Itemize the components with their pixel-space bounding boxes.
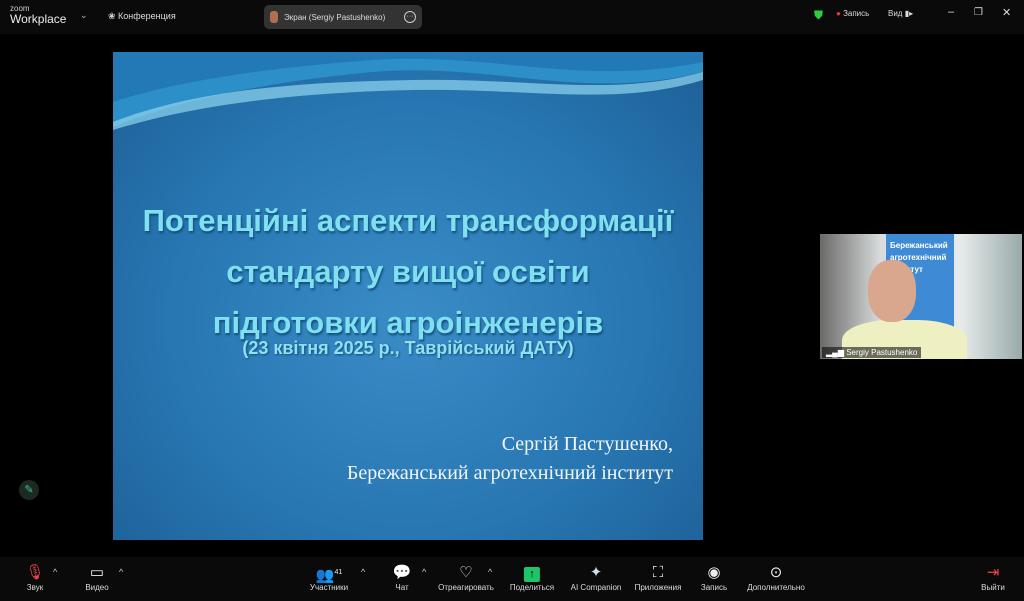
avatar bbox=[270, 11, 278, 23]
close-icon[interactable]: ✕ bbox=[1002, 6, 1011, 19]
leave-label: Выйти bbox=[981, 583, 1005, 592]
slide-wave bbox=[113, 52, 703, 130]
participants-icon: 👥41 bbox=[315, 567, 343, 584]
chat-button[interactable]: 💬 Чат bbox=[393, 563, 412, 592]
title-line: Потенційні аспекти трансформації bbox=[142, 203, 674, 238]
meeting-label: Конференция bbox=[118, 11, 176, 21]
chat-label: Чат bbox=[395, 583, 409, 592]
title-line: стандарту вищої освіти bbox=[226, 254, 590, 289]
mic-muted-icon: 🎙 bbox=[25, 564, 45, 581]
shield-icon[interactable]: ⛊ bbox=[814, 8, 823, 23]
heart-icon: ♡ bbox=[459, 564, 473, 581]
shared-slide: Потенційні аспекти трансформації стандар… bbox=[113, 52, 703, 540]
record-label: Запись bbox=[700, 583, 728, 592]
participants-button[interactable]: 👥41 Участники bbox=[310, 563, 348, 592]
author-name: Сергій Пастушенко, bbox=[501, 433, 673, 455]
react-caret[interactable]: ^ bbox=[488, 567, 492, 577]
paw-icon: ❀ bbox=[108, 11, 119, 21]
record-icon: ◉ bbox=[707, 564, 721, 581]
react-label: Отреагировать bbox=[438, 583, 494, 592]
participants-caret[interactable]: ^ bbox=[361, 567, 365, 577]
ai-companion-button[interactable]: ✦ AI Companion bbox=[571, 563, 622, 592]
sparkle-icon: ✦ bbox=[589, 564, 603, 581]
share-label: Поделиться bbox=[509, 583, 555, 592]
record-dot-icon: ● bbox=[836, 9, 844, 18]
person-head bbox=[868, 260, 916, 322]
record-button[interactable]: ◉ Запись bbox=[701, 563, 727, 592]
ai-label: AI Companion bbox=[570, 583, 622, 592]
apps-label: Приложения bbox=[634, 583, 682, 592]
screen-share-pill[interactable]: Экран (Sergiy Pastushenko) ··· bbox=[264, 5, 422, 29]
chevron-down-icon[interactable]: ⌄ bbox=[80, 10, 88, 21]
leave-button[interactable]: ⇥ Выйти bbox=[981, 563, 1005, 592]
zoom-logo: zoom Workplace bbox=[10, 5, 67, 26]
share-icon: ↑ bbox=[510, 563, 554, 583]
video-caret[interactable]: ^ bbox=[119, 567, 123, 577]
meeting-info-button[interactable]: ❀ Конференция bbox=[108, 11, 176, 22]
screen-label: Экран (Sergiy Pastushenko) bbox=[284, 12, 386, 22]
participants-label: Участники bbox=[309, 583, 349, 592]
audio-caret[interactable]: ^ bbox=[53, 567, 57, 577]
restore-icon[interactable]: ❐ bbox=[974, 7, 983, 18]
leave-icon: ⇥ bbox=[986, 564, 1000, 581]
slide-title: Потенційні аспекти трансформації стандар… bbox=[113, 195, 703, 348]
video-label: Видео bbox=[85, 583, 109, 592]
slide-date: (23 квітня 2025 р., Таврійський ДАТУ) bbox=[242, 338, 574, 358]
record-label: Запись bbox=[843, 9, 870, 18]
share-button[interactable]: ↑ Поделиться bbox=[510, 563, 554, 592]
title-bar: zoom Workplace ⌄ ❀ Конференция Экран (Ser… bbox=[0, 0, 1024, 34]
minimize-icon[interactable]: – bbox=[948, 6, 954, 18]
annotate-pen-icon[interactable]: ✎ bbox=[19, 480, 39, 500]
author-institution: Бережанський агротехнічний інститут bbox=[346, 462, 673, 484]
view-button[interactable]: Вид ▮▸ bbox=[888, 9, 913, 18]
audio-button[interactable]: 🎙 Звук bbox=[25, 563, 44, 592]
camera-icon: ▭ bbox=[89, 564, 105, 581]
video-button[interactable]: ▭ Видео bbox=[85, 563, 108, 592]
signal-icon: ▂▄▆ bbox=[826, 348, 847, 357]
participants-count: 41 bbox=[334, 569, 343, 576]
audio-label: Звук bbox=[26, 583, 44, 592]
participant-name: ▂▄▆ Sergiy Pastushenko bbox=[822, 347, 922, 358]
apps-icon: ⛶ bbox=[652, 564, 664, 581]
view-icon: ▮▸ bbox=[904, 9, 914, 18]
participant-name-text: Sergiy Pastushenko bbox=[846, 348, 918, 357]
more-icon: ⊙ bbox=[769, 564, 783, 581]
chat-caret[interactable]: ^ bbox=[422, 567, 426, 577]
record-indicator[interactable]: ● Запись bbox=[836, 9, 869, 18]
apps-button[interactable]: ⛶ Приложения bbox=[635, 563, 682, 592]
more-icon[interactable]: ··· bbox=[404, 11, 416, 23]
view-label: Вид bbox=[888, 9, 903, 18]
react-button[interactable]: ♡ Отреагировать bbox=[438, 563, 494, 592]
more-button[interactable]: ⊙ Дополнительно bbox=[747, 563, 805, 592]
meeting-toolbar: 🎙 Звук ^ ▭ Видео ^ 👥41 Участники ^ 💬 Чат ^ ♡… bbox=[0, 557, 1024, 601]
slide-author: Сергій Пастушенко, Бережанський агротехн… bbox=[347, 430, 673, 488]
logo-big: Workplace bbox=[10, 12, 67, 26]
chat-icon: 💬 bbox=[392, 564, 412, 581]
participant-video[interactable]: Бережанський агротехнічний інститут ▂▄▆ … bbox=[820, 234, 1022, 359]
more-label: Дополнительно bbox=[747, 583, 805, 592]
